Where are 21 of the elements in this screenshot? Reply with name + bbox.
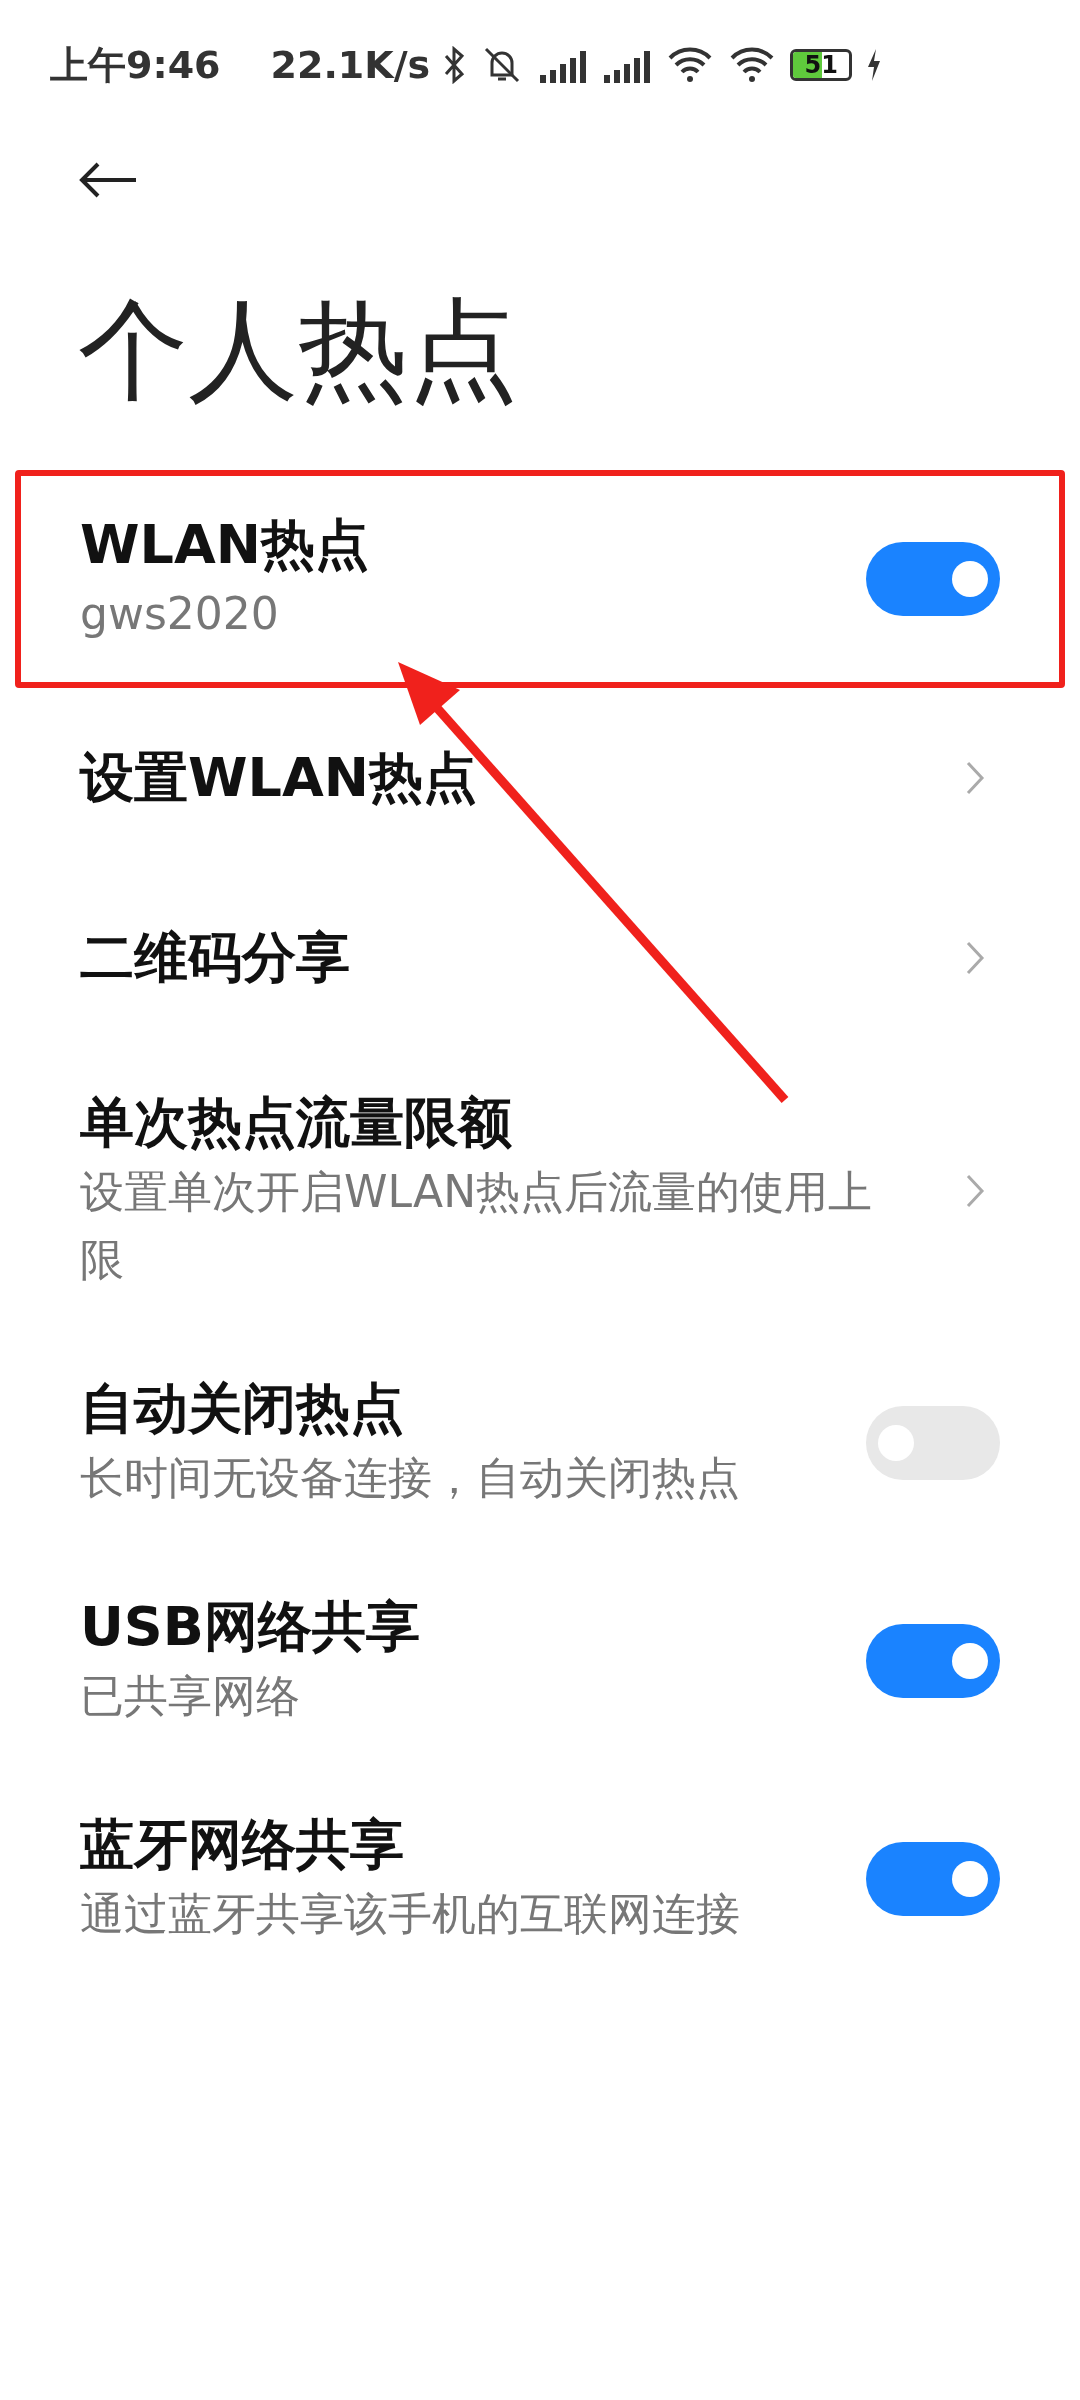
item-title: 自动关闭热点 bbox=[80, 1376, 405, 1442]
status-time: 上午9:46 bbox=[50, 41, 221, 89]
item-subtitle: 已共享网络 bbox=[80, 1669, 301, 1723]
back-icon[interactable] bbox=[78, 160, 138, 200]
bluetooth-icon bbox=[444, 46, 467, 84]
item-subtitle: 通过蓝牙共享该手机的互联网连接 bbox=[80, 1887, 741, 1941]
item-title: 蓝牙网络共享 bbox=[80, 1812, 405, 1878]
item-title: 设置WLAN热点 bbox=[80, 745, 478, 811]
chevron-right-icon bbox=[965, 760, 985, 796]
charging-icon bbox=[866, 49, 883, 81]
chevron-right-icon bbox=[965, 1173, 985, 1209]
network-speed: 22.1K/s bbox=[270, 41, 431, 89]
item-title: WLAN热点 bbox=[80, 512, 370, 578]
item-title: USB网络共享 bbox=[80, 1594, 421, 1660]
chevron-right-icon bbox=[965, 940, 985, 976]
item-subtitle: 设置单次开启WLAN热点后流量的使用上限 bbox=[80, 1165, 874, 1287]
page-title: 个人热点 bbox=[77, 285, 519, 416]
item-title: 单次热点流量限额 bbox=[80, 1090, 513, 1156]
item-subtitle: 长时间无设备连接，自动关闭热点 bbox=[80, 1451, 741, 1505]
item-title: 二维码分享 bbox=[80, 925, 351, 991]
item-subtitle: gws2020 bbox=[80, 587, 280, 641]
